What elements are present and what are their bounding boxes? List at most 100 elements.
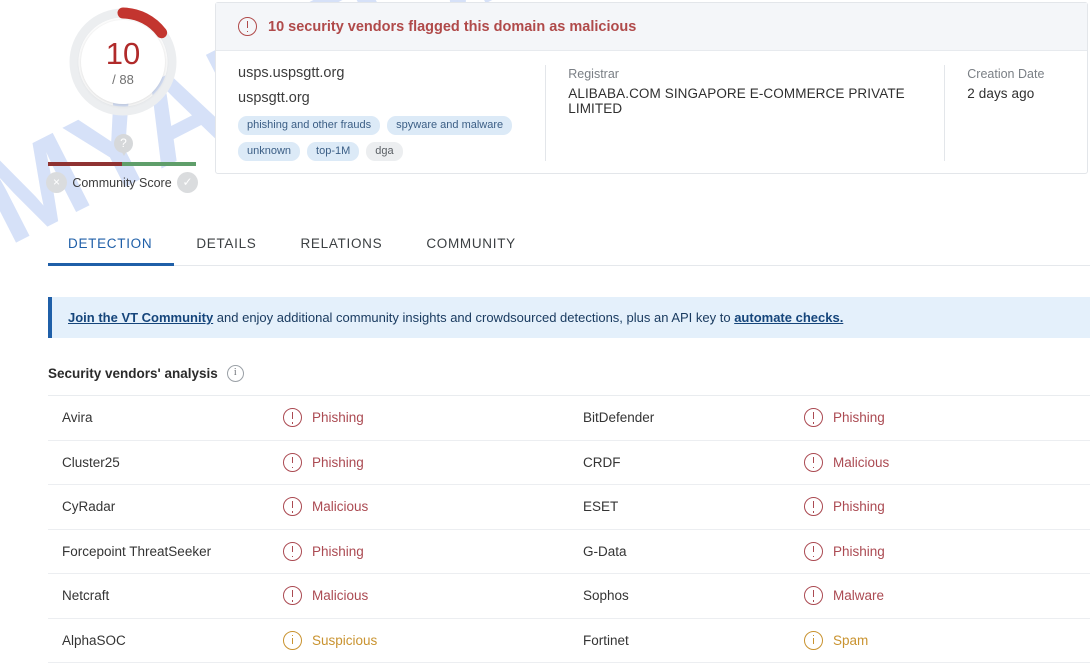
vendor-name: CyRadar [48, 499, 283, 514]
vendor-name: CRDF [569, 455, 804, 470]
vendor-verdict: Malicious [312, 588, 368, 603]
vendor-row: BitDefender Phishing [569, 396, 1090, 441]
tag[interactable]: spyware and malware [387, 116, 512, 135]
exclamation-circle-icon [804, 542, 823, 561]
tab-detection[interactable]: DETECTION [48, 226, 174, 265]
vendor-result: Phishing [283, 542, 364, 561]
tab-community[interactable]: COMMUNITY [404, 226, 538, 265]
domain-column: usps.uspsgtt.org uspsgtt.org phishing an… [216, 65, 545, 161]
info-icon[interactable]: i [227, 365, 244, 382]
vendor-name: G-Data [569, 544, 804, 559]
tag[interactable]: unknown [238, 142, 300, 161]
vendor-result: Phishing [804, 542, 885, 561]
vendor-row: G-Data Phishing [569, 530, 1090, 575]
vendor-verdict: Phishing [312, 410, 364, 425]
thumbs-up-icon[interactable]: ✓ [177, 172, 198, 193]
vendor-row: Sophos Malware [569, 574, 1090, 619]
community-score-bar [48, 162, 196, 166]
join-community-banner: Join the VT Community and enjoy addition… [48, 297, 1090, 338]
join-vt-community-link[interactable]: Join the VT Community [68, 310, 213, 325]
exclamation-circle-icon [283, 497, 302, 516]
community-score-pin: ? [114, 134, 133, 158]
vendor-result: Malicious [283, 497, 368, 516]
community-pin-tip [120, 149, 128, 156]
registrar-value: ALIBABA.COM SINGAPORE E-COMMERCE PRIVATE… [568, 86, 924, 116]
community-score-row: × Community Score ✓ [46, 172, 198, 193]
vendor-result: Phishing [804, 497, 885, 516]
info-circle-icon [283, 631, 302, 650]
domain-info-card: 10 security vendors flagged this domain … [215, 2, 1088, 174]
tag[interactable]: dga [366, 142, 402, 161]
detection-score-panel: 10 / 88 ? × Community Score ✓ [46, 6, 198, 196]
vendor-name: Cluster25 [48, 455, 283, 470]
vendor-row: ESETPhishing [569, 485, 1090, 530]
vendor-row: Netcraft Malicious [48, 574, 569, 619]
vendor-verdict: Phishing [833, 410, 885, 425]
exclamation-circle-icon [283, 408, 302, 427]
vendor-row: AlphaSOCSuspicious [48, 619, 569, 663]
info-circle-icon [804, 631, 823, 650]
exclamation-circle-icon [804, 497, 823, 516]
vendor-name: AlphaSOC [48, 633, 283, 648]
banner-middle-text: and enjoy additional community insights … [213, 310, 734, 325]
vendor-verdict: Spam [833, 633, 868, 648]
vendor-result: Malicious [283, 586, 368, 605]
vendor-row: Cluster25 Phishing [48, 441, 569, 486]
vendor-name: ESET [569, 499, 804, 514]
virustotal-domain-report: 10 / 88 ? × Community Score ✓ [0, 0, 1090, 658]
community-bar-positive [122, 162, 196, 166]
exclamation-circle-icon [804, 408, 823, 427]
vendor-name: Sophos [569, 588, 804, 603]
tab-relations[interactable]: RELATIONS [278, 226, 404, 265]
vendors-section-header: Security vendors' analysis i [48, 365, 1090, 396]
vendor-row: CRDFMalicious [569, 441, 1090, 486]
vendor-result: Malware [804, 586, 884, 605]
gauge-center: 10 / 88 [81, 20, 165, 104]
detection-total: / 88 [112, 72, 134, 87]
detection-score-gauge: 10 / 88 [67, 6, 179, 118]
vendor-verdict: Malicious [312, 499, 368, 514]
report-tabs: DETECTIONDETAILSRELATIONSCOMMUNITY [48, 226, 1090, 266]
vendor-result: Phishing [283, 408, 364, 427]
vendor-row: CyRadar Malicious [48, 485, 569, 530]
exclamation-circle-icon [283, 453, 302, 472]
tag-list: phishing and other frauds spyware and mal… [238, 116, 523, 161]
vendors-title: Security vendors' analysis [48, 366, 218, 381]
tag[interactable]: phishing and other frauds [238, 116, 380, 135]
vendor-row: FortinetSpam [569, 619, 1090, 663]
thumbs-down-icon[interactable]: × [46, 172, 67, 193]
registrar-column: Registrar ALIBABA.COM SINGAPORE E-COMMER… [545, 65, 944, 161]
domain-name: usps.uspsgtt.org [238, 65, 523, 81]
exclamation-circle-icon [804, 586, 823, 605]
registrar-label: Registrar [568, 67, 924, 81]
vendor-name: Netcraft [48, 588, 283, 603]
vendor-name: BitDefender [569, 410, 804, 425]
parent-domain-name[interactable]: uspsgtt.org [238, 90, 523, 106]
detection-count: 10 [106, 38, 140, 69]
alert-message: 10 security vendors flagged this domain … [268, 19, 636, 35]
malicious-alert: 10 security vendors flagged this domain … [216, 3, 1087, 51]
creation-date-column: Creation Date 2 days ago [944, 65, 1087, 161]
vendor-result: Spam [804, 631, 868, 650]
vendor-result: Suspicious [283, 631, 377, 650]
community-bar-negative [48, 162, 122, 166]
report-summary: 10 / 88 ? × Community Score ✓ [0, 0, 1090, 200]
vendor-verdict: Malware [833, 588, 884, 603]
vendor-result: Phishing [804, 408, 885, 427]
exclamation-circle-icon [238, 17, 257, 36]
vendor-verdict: Phishing [312, 455, 364, 470]
vendor-verdict: Phishing [833, 544, 885, 559]
vendor-verdict: Phishing [312, 544, 364, 559]
exclamation-circle-icon [283, 542, 302, 561]
vendor-name: Avira [48, 410, 283, 425]
vendor-result: Malicious [804, 453, 889, 472]
community-score-label: Community Score [72, 176, 171, 190]
exclamation-circle-icon [283, 586, 302, 605]
tab-details[interactable]: DETAILS [174, 226, 278, 265]
vendor-row: Avira Phishing [48, 396, 569, 441]
creation-date-label: Creation Date [967, 67, 1067, 81]
vendor-result: Phishing [283, 453, 364, 472]
automate-checks-link[interactable]: automate checks. [734, 310, 843, 325]
tag[interactable]: top-1M [307, 142, 359, 161]
domain-info-body: usps.uspsgtt.org uspsgtt.org phishing an… [216, 51, 1087, 173]
